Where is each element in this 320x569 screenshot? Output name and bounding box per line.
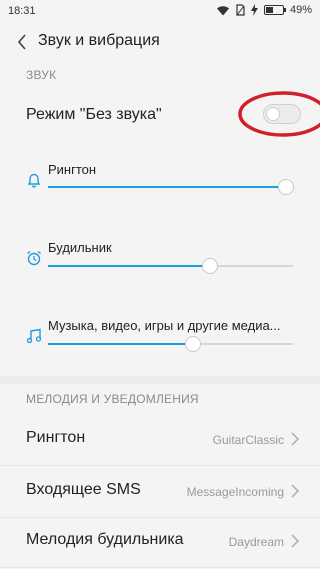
alarm-volume-label: Будильник — [48, 240, 112, 255]
list-item-incoming-sms[interactable]: Входящее SMS MessageIncoming — [0, 466, 320, 518]
slider-fill — [48, 343, 193, 345]
chevron-right-icon — [291, 484, 299, 498]
media-volume-label: Музыка, видео, игры и другие медиа... — [48, 318, 281, 333]
wifi-icon — [216, 5, 229, 15]
list-item-title: Входящее SMS — [26, 481, 141, 498]
media-volume-block: Музыка, видео, игры и другие медиа... — [0, 314, 320, 374]
music-note-icon — [26, 328, 42, 344]
list-item-value: MessageIncoming — [186, 485, 284, 499]
media-volume-slider[interactable] — [48, 336, 293, 352]
list-item-alarm-melody[interactable]: Мелодия будильника Daydream — [0, 516, 320, 568]
status-icons: 49% — [216, 4, 312, 16]
no-sim-icon — [236, 4, 245, 16]
battery-icon — [263, 5, 286, 15]
alarm-volume-block: Будильник — [0, 236, 320, 296]
chevron-right-icon — [291, 534, 299, 548]
list-item-value: Daydream — [228, 535, 284, 549]
ringtone-volume-block: Рингтон — [0, 158, 320, 218]
battery-level — [265, 7, 273, 13]
slider-thumb[interactable] — [277, 179, 294, 195]
back-arrow-icon — [17, 34, 26, 50]
slider-fill — [48, 186, 286, 188]
status-bar: 18:31 49% — [0, 0, 320, 24]
back-button[interactable] — [10, 30, 34, 54]
alarm-volume-slider[interactable] — [48, 258, 293, 274]
page-title: Звук и вибрация — [38, 32, 160, 49]
charging-icon — [250, 4, 258, 16]
ringtone-volume-label: Рингтон — [48, 162, 97, 177]
alarm-clock-icon — [27, 250, 41, 266]
section-label-sound: ЗВУК — [26, 68, 57, 82]
bell-icon — [27, 173, 41, 188]
app-header: Звук и вибрация — [0, 24, 320, 60]
list-item-value: GuitarClassic — [212, 433, 284, 447]
section-divider — [0, 376, 320, 384]
slider-thumb[interactable] — [184, 336, 201, 352]
red-highlight-ellipse — [238, 91, 320, 137]
battery-percent: 49% — [289, 4, 312, 16]
chevron-right-icon — [291, 432, 299, 446]
list-item-ringtone[interactable]: Рингтон GuitarClassic — [0, 414, 320, 466]
section-label-notifications: МЕЛОДИЯ И УВЕДОМЛЕНИЯ — [26, 392, 199, 406]
ringtone-volume-slider[interactable] — [48, 179, 294, 195]
list-item-title: Рингтон — [26, 429, 86, 446]
silent-mode-label: Режим "Без звука" — [26, 106, 162, 123]
status-time: 18:31 — [8, 5, 36, 17]
list-item-title: Мелодия будильника — [26, 531, 184, 548]
slider-thumb[interactable] — [201, 258, 218, 274]
slider-fill — [48, 265, 210, 267]
